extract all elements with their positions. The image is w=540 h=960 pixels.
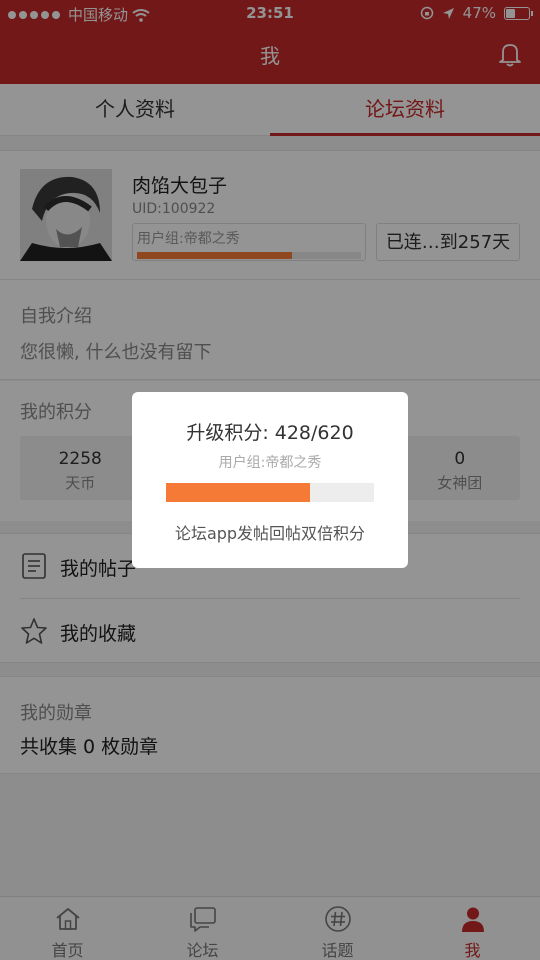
upgrade-points-dialog: 升级积分: 428/620 用户组:帝都之秀 论坛app发帖回帖双倍积分 xyxy=(132,392,408,568)
upgrade-progress-fill xyxy=(166,483,310,502)
double-points-note: 论坛app发帖回帖双倍积分 xyxy=(174,524,366,543)
upgrade-points-title: 升级积分: 428/620 xyxy=(186,422,354,444)
upgrade-group-label: 用户组:帝都之秀 xyxy=(218,455,322,471)
upgrade-progress-bar xyxy=(166,483,374,502)
